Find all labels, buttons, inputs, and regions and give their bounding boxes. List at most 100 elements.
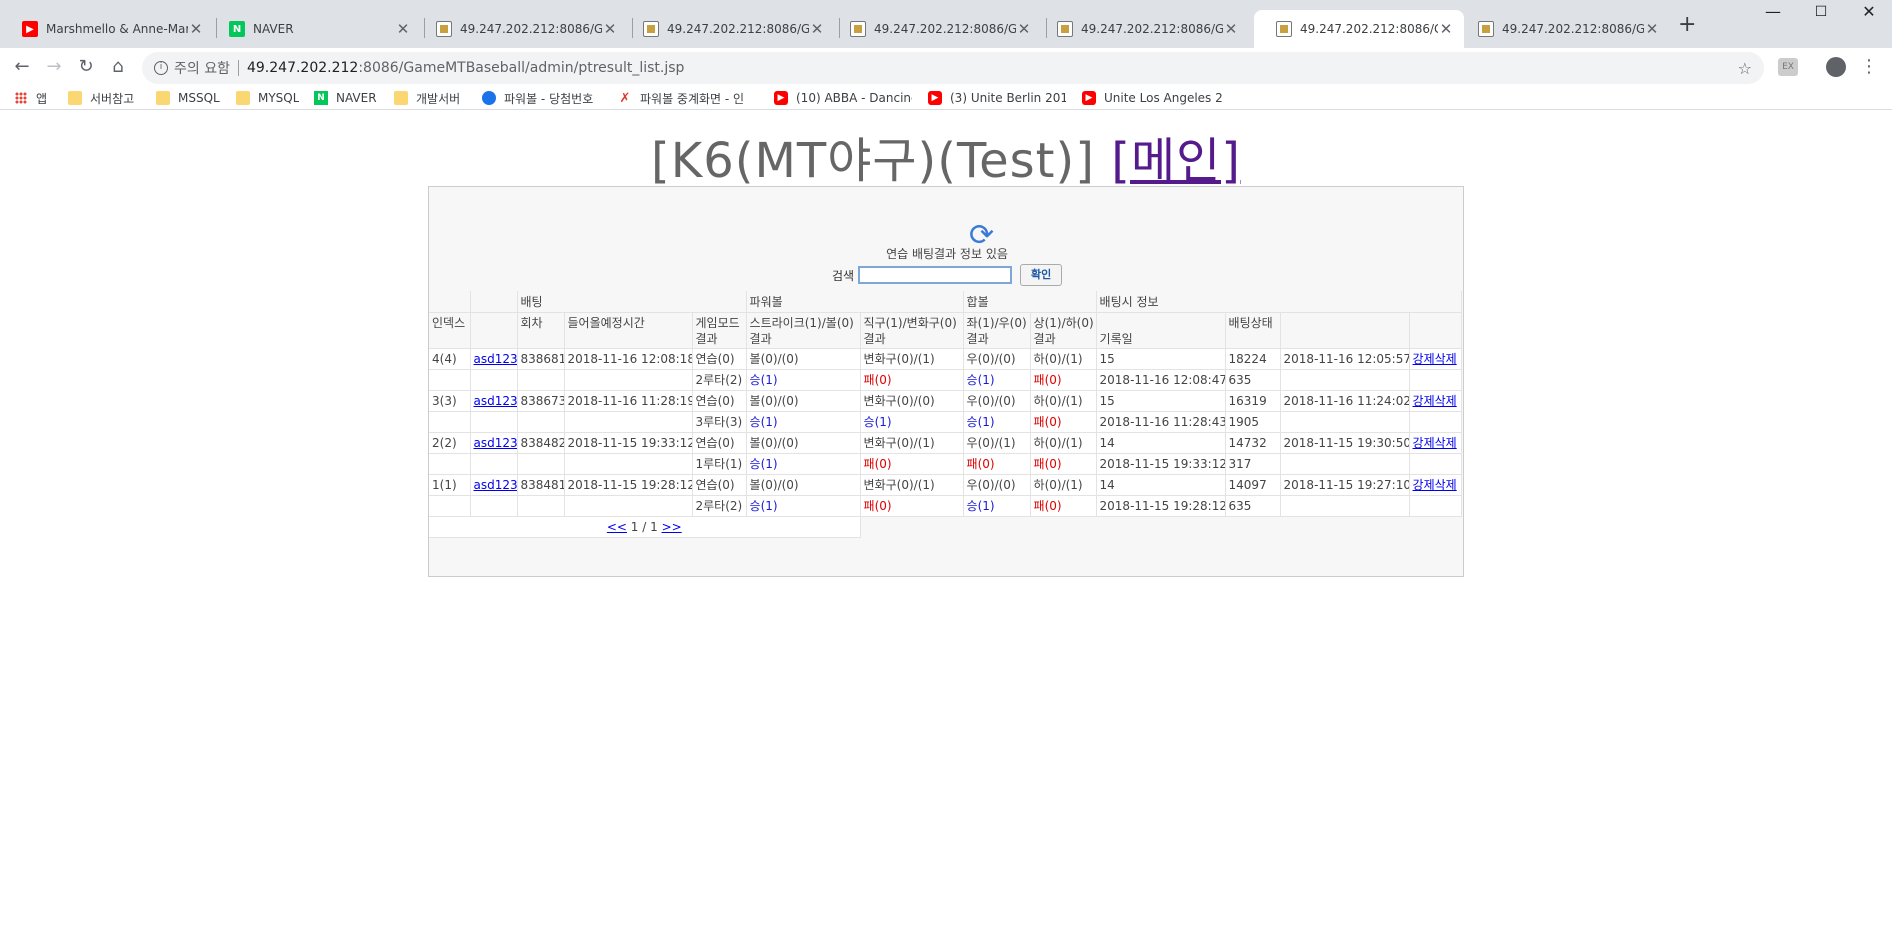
cell-result-strike-text: 승(1) xyxy=(749,499,778,513)
back-icon[interactable]: ← xyxy=(10,56,34,77)
close-tab-icon[interactable]: ✕ xyxy=(188,20,204,38)
force-delete-link-text[interactable]: 강제삭제 xyxy=(1413,436,1457,450)
browser-tab[interactable]: 49.247.202.212:8086/Game ✕ xyxy=(828,10,1042,48)
new-tab-icon[interactable]: + xyxy=(1678,12,1696,37)
bookmark-youtube[interactable]: ▶ Unite Los Angeles 20 xyxy=(1082,88,1222,108)
cell-strike-text: 볼(0)/(0) xyxy=(749,394,799,408)
force-delete-link-text[interactable]: 강제삭제 xyxy=(1413,394,1457,408)
maximize-icon[interactable]: ☐ xyxy=(1798,4,1844,20)
close-tab-icon[interactable]: ✕ xyxy=(395,20,411,38)
cell-lr-text: 우(0)/(0) xyxy=(966,394,1016,408)
cell-result-lr-text: 승(1) xyxy=(966,415,995,429)
force-delete-link-text[interactable]: 강제삭제 xyxy=(1413,478,1457,492)
security-warning[interactable]: 주의 요함 xyxy=(174,58,230,78)
cell-mode: 연습(0) xyxy=(692,348,747,370)
browser-tab[interactable]: ▶ Marshmello & Anne-Marie ✕ xyxy=(0,10,214,48)
cell-empty xyxy=(564,411,693,433)
address-bar[interactable]: i 주의 요함 49.247.202.212:8086/GameMTBaseba… xyxy=(142,52,1764,84)
cell-count: 14 xyxy=(1096,432,1226,454)
minimize-icon[interactable]: — xyxy=(1750,2,1796,21)
close-tab-icon[interactable]: ✕ xyxy=(809,20,825,38)
url-host: 49.247.202.212 xyxy=(246,60,359,76)
home-icon[interactable]: ⌂ xyxy=(106,56,130,77)
cell-user-link[interactable]: asd123 xyxy=(470,474,518,496)
page-content: [K6(MT야구)(Test)] [메인] ⟳ 연습 배팅결과 정보 있음 검색… xyxy=(0,111,1892,943)
col-header: 좌(1)/우(0) 결과 xyxy=(963,312,1031,349)
main-link[interactable]: [메인] xyxy=(1111,133,1241,189)
youtube-icon: ▶ xyxy=(774,91,788,105)
browser-tab-active[interactable]: 49.247.202.212:8086/Gam ✕ xyxy=(1254,10,1464,48)
cell-user-link[interactable]: asd123 xyxy=(470,348,518,370)
extension-icon[interactable]: EX xyxy=(1778,58,1798,76)
browser-tab[interactable]: 49.247.202.212:8086/Game ✕ xyxy=(1035,10,1249,48)
cell-result-fast-text: 패(0) xyxy=(863,373,892,387)
force-delete-link[interactable]: 강제삭제 xyxy=(1409,390,1462,412)
cell-result-date: 2018-11-16 11:28:43 xyxy=(1096,411,1226,433)
close-tab-icon[interactable]: ✕ xyxy=(1016,20,1032,38)
bookmark-label: MSSQL xyxy=(178,91,220,105)
browser-tab[interactable]: 49.247.202.212:8086/Game ✕ xyxy=(414,10,628,48)
browser-tab[interactable]: N NAVER ✕ xyxy=(207,10,421,48)
close-tab-icon[interactable]: ✕ xyxy=(602,20,618,38)
prev-page-link[interactable]: << xyxy=(607,520,627,534)
info-icon[interactable]: i xyxy=(154,61,168,75)
browser-tab[interactable]: 49.247.202.212:8086/Game ✕ xyxy=(621,10,835,48)
bookmark-label: (3) Unite Berlin 2018 xyxy=(950,91,1066,105)
bookmark-folder[interactable]: 서버참고 xyxy=(68,88,134,108)
cell-result-money: 1905 xyxy=(1225,411,1281,433)
cell-empty xyxy=(517,495,565,517)
tab-title: 49.247.202.212:8086/Gam xyxy=(1300,22,1438,36)
browser-tab[interactable]: 49.247.202.212:8086/Game ✕ xyxy=(1456,10,1670,48)
bookmark-naver[interactable]: N NAVER xyxy=(314,88,377,108)
cell-strike: 볼(0)/(0) xyxy=(746,348,861,370)
close-window-icon[interactable]: ✕ xyxy=(1846,2,1892,21)
force-delete-link[interactable]: 강제삭제 xyxy=(1409,432,1462,454)
force-delete-link[interactable]: 강제삭제 xyxy=(1409,348,1462,370)
cell-result-ud-text: 패(0) xyxy=(1033,499,1062,513)
search-input[interactable] xyxy=(858,266,1013,284)
tab-title: 49.247.202.212:8086/Game xyxy=(460,22,602,36)
bookmark-label: Unite Los Angeles 20 xyxy=(1104,91,1222,105)
col-header: 직구(1)/변화구(0) 결과 xyxy=(860,312,964,349)
bookmark-folder[interactable]: 개발서버 xyxy=(394,88,460,108)
close-tab-icon[interactable]: ✕ xyxy=(1438,20,1454,38)
forward-icon[interactable]: → xyxy=(42,56,66,77)
cell-result-date: 2018-11-15 19:28:12 xyxy=(1096,495,1226,517)
bookmark-star-icon[interactable]: ☆ xyxy=(1738,59,1752,78)
search-button[interactable]: 확인 xyxy=(1020,264,1063,286)
bookmark-folder[interactable]: MYSQL xyxy=(236,88,299,108)
bookmark-powerball[interactable]: 파워볼 - 당첨번호 xyxy=(482,88,593,108)
cell-count-text: 14 xyxy=(1099,435,1115,450)
bookmark-youtube[interactable]: ▶ (10) ABBA - Dancing xyxy=(774,88,912,108)
cell-result-date: 2018-11-15 19:33:12 xyxy=(1096,453,1226,475)
cell-user-link-text[interactable]: asd123 xyxy=(474,394,517,408)
cell-user-link-text[interactable]: asd123 xyxy=(474,352,517,366)
cell-user-link[interactable]: asd123 xyxy=(470,390,518,412)
reload-icon[interactable]: ↻ xyxy=(74,56,98,77)
bookmark-apps[interactable]: 앱 xyxy=(14,88,47,108)
cell-result-fast: 패(0) xyxy=(860,495,964,517)
cell-fast: 변화구(0)/(1) xyxy=(860,432,964,454)
bookmark-folder[interactable]: MSSQL xyxy=(156,88,220,108)
cell-user-link-text[interactable]: asd123 xyxy=(474,436,517,450)
cell-user-link-text[interactable]: asd123 xyxy=(474,478,517,492)
close-tab-icon[interactable]: ✕ xyxy=(1223,20,1239,38)
bookmark-youtube[interactable]: ▶ (3) Unite Berlin 2018 xyxy=(928,88,1066,108)
cell-user-link[interactable]: asd123 xyxy=(470,432,518,454)
next-page-link[interactable]: >> xyxy=(662,520,682,534)
cell-ud-text: 하(0)/(1) xyxy=(1033,394,1083,408)
cell-round-text: 838481 xyxy=(520,477,564,492)
cell-strike-text: 볼(0)/(0) xyxy=(749,436,799,450)
account-icon[interactable] xyxy=(1826,57,1846,77)
cell-round: 838673 xyxy=(517,390,565,412)
cell-index: 3(3) xyxy=(429,390,471,412)
bookmark-powerball-live[interactable]: ✗ 파워볼 중계화면 - 인 xyxy=(618,88,756,108)
group-header: 배팅시 정보 xyxy=(1096,291,1462,313)
tab-title: 49.247.202.212:8086/Game xyxy=(1502,22,1644,36)
close-tab-icon[interactable]: ✕ xyxy=(1644,20,1660,38)
force-delete-link-text[interactable]: 강제삭제 xyxy=(1413,352,1457,366)
cell-strike-text: 볼(0)/(0) xyxy=(749,478,799,492)
force-delete-link[interactable]: 강제삭제 xyxy=(1409,474,1462,496)
menu-icon[interactable]: ⋮ xyxy=(1860,56,1878,77)
naver-icon: N xyxy=(229,21,245,37)
